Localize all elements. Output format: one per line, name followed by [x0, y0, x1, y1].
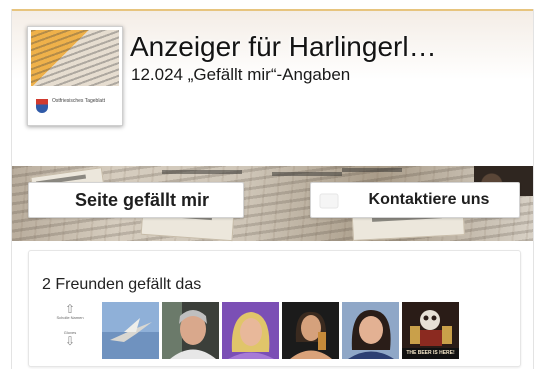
man-avatar[interactable] [162, 302, 219, 359]
scroll-up-icon[interactable]: ⇧ [55, 303, 85, 315]
friends-like-text: 2 Freunden gefällt das [42, 276, 202, 293]
like-page-label: Seite gefällt mir [74, 189, 210, 210]
bird-avatar[interactable] [102, 302, 159, 359]
profile-picture[interactable]: Ostfriesisches Tageblatt [27, 26, 123, 126]
profile-brand-text: Ostfriesisches Tageblatt [52, 98, 105, 104]
likes-count: 12.024 „Gefällt mir“-Angaben [131, 65, 351, 84]
print-line [342, 168, 402, 172]
facebook-page-widget: Ostfriesisches Tageblatt Anzeiger für Ha… [11, 9, 534, 369]
print-line [272, 172, 342, 176]
woman-blonde-avatar[interactable] [222, 302, 279, 359]
scroll-down-icon[interactable]: ⇩ [55, 335, 85, 347]
contact-us-button[interactable]: Kontaktiere uns [310, 182, 520, 218]
beer-poster-avatar[interactable]: THE BEER IS HERE! [402, 302, 459, 359]
crest-icon [36, 99, 48, 113]
friends-card: 2 Freunden gefällt das ⇧ Scholle Namen G… [28, 250, 521, 367]
page-title[interactable]: Anzeiger für Harlingerl… [130, 31, 437, 63]
like-page-button[interactable]: Seite gefällt mir [28, 182, 244, 218]
friends-scroller[interactable]: ⇧ Scholle Namen Gloves ⇩ [55, 303, 85, 363]
newspaper-logo-image [31, 30, 119, 86]
contact-us-label: Kontaktiere uns [368, 191, 490, 208]
print-line [162, 170, 242, 174]
woman-dark-avatar[interactable] [282, 302, 339, 359]
scroll-up-label: Scholle Namen [56, 315, 84, 320]
contact-icon [319, 193, 339, 209]
beer-poster-caption: THE BEER IS HERE! [406, 350, 455, 356]
woman-smiling-avatar[interactable] [342, 302, 399, 359]
